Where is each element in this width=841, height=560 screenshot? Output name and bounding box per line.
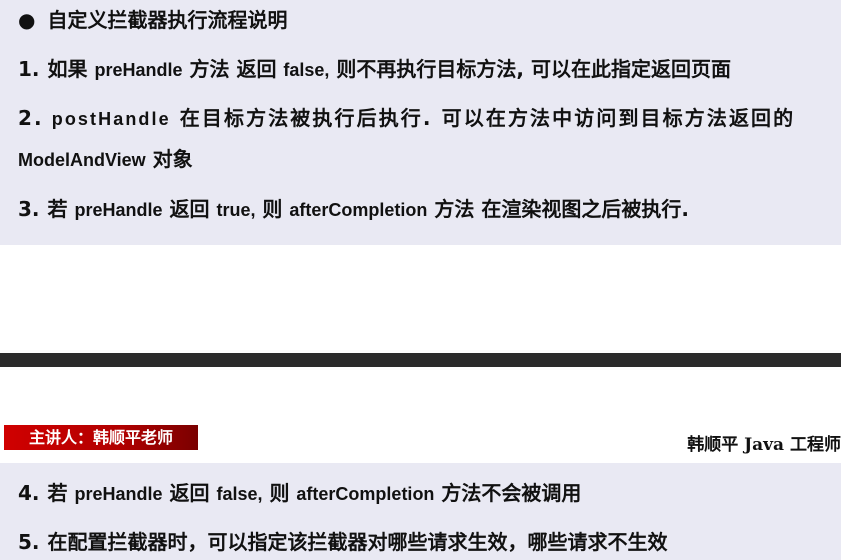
code-term: preHandle (94, 60, 183, 80)
item-text: 对象 (145, 147, 193, 171)
item-number: 3. (18, 197, 40, 221)
code-term: preHandle (74, 484, 163, 504)
item-text: 在配置拦截器时，可以指定该拦截器对哪些请求生效，哪些请求不生效 (47, 530, 668, 554)
list-item: 3. 若 preHandle 返回 true, 则 afterCompletion… (18, 195, 689, 224)
item-number: 4. (18, 481, 40, 505)
list-item-continuation: ModelAndView 对象 (18, 145, 193, 174)
item-text: 方法 在渲染视图之后被执行. (427, 197, 689, 221)
code-term: afterCompletion (289, 200, 428, 220)
item-number: 1. (18, 57, 40, 81)
item-text: 若 (47, 197, 75, 221)
item-text: 则不再执行目标方法, 可以在此指定返回页面 (329, 57, 731, 81)
item-text: 则 (255, 197, 290, 221)
item-text: 若 (47, 481, 75, 505)
item-text: 在目标方法被执行后执行. 可以在方法中访问到目标方法返回的 (170, 106, 796, 130)
code-term: ModelAndView (18, 150, 146, 170)
item-number: 5. (18, 530, 40, 554)
item-text: 返回 (162, 481, 217, 505)
code-term: false, (283, 60, 330, 80)
author-credit: 韩顺平 Java 工程师 (687, 435, 841, 455)
code-term: preHandle (74, 200, 163, 220)
item-number: 2. (18, 106, 44, 130)
code-term: afterCompletion (296, 484, 435, 504)
list-item: 5. 在配置拦截器时，可以指定该拦截器对哪些请求生效，哪些请求不生效 (18, 528, 668, 556)
list-item: 2. postHandle 在目标方法被执行后执行. 可以在方法中访问到目标方法返… (18, 104, 795, 133)
lecturer-badge: 主讲人：韩顺平老师 (4, 425, 198, 450)
code-term: true, (216, 200, 256, 220)
item-text: 则 (262, 481, 297, 505)
item-text: 方法 返回 (182, 57, 284, 81)
list-item: 4. 若 preHandle 返回 false, 则 afterCompletio… (18, 479, 581, 508)
code-term: postHandle (51, 109, 171, 129)
top-slide-panel: ● 自定义拦截器执行流程说明 1. 如果 preHandle 方法 返回 false… (0, 0, 841, 245)
bullet-icon: ● (18, 8, 36, 32)
code-term: false, (216, 484, 263, 504)
list-item: 1. 如果 preHandle 方法 返回 false, 则不再执行目标方法, 可… (18, 55, 731, 84)
slide-divider (0, 353, 841, 367)
item-text: 如果 (47, 57, 95, 81)
item-text: 返回 (162, 197, 217, 221)
heading-text: 自定义拦截器执行流程说明 (47, 8, 288, 32)
item-text: 方法不会被调用 (434, 481, 582, 505)
slide-heading: ● 自定义拦截器执行流程说明 (18, 6, 287, 34)
